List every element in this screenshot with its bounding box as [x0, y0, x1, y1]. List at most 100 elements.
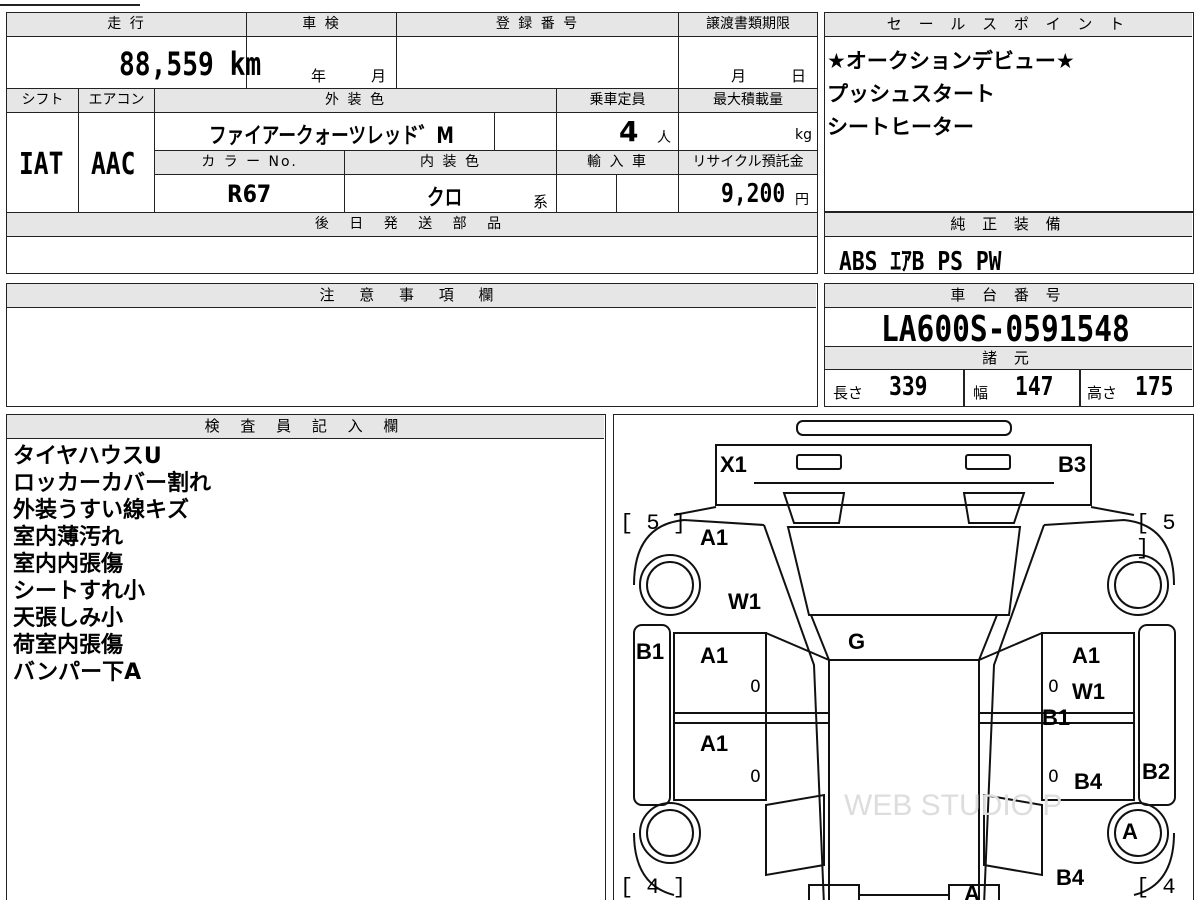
wheel-rr-shape: [1107, 802, 1169, 864]
import-cell-a: [557, 175, 617, 213]
inspector-item: タイヤハウスU: [13, 444, 162, 469]
width-label: 幅: [973, 384, 989, 402]
sales-point-item: ★オークションデビュー★: [827, 49, 1075, 73]
interior-label: 内 装 色: [345, 151, 557, 175]
inspector-item: 荷室内張傷: [13, 633, 124, 658]
ac-label: エアコン: [79, 89, 155, 113]
sales-points-box: セ ー ル ス ポ イ ン ト ★オークションデビュー★ プッシュスタート シー…: [824, 12, 1194, 212]
length-value: 339: [889, 372, 928, 402]
tire-rr-label: [ 4 ]: [1136, 875, 1176, 900]
mark-b3: B3: [1058, 452, 1087, 477]
left-lamp-shape: [782, 492, 846, 524]
inspection-year: 年: [311, 67, 327, 85]
mark-w1-left: W1: [728, 589, 761, 614]
chassis-label: 車 台 番 号: [825, 284, 1192, 308]
sales-point-item: プッシュスタート: [827, 82, 995, 106]
rear-arch-lines: [633, 832, 1175, 896]
rear-bumper-left: [808, 884, 860, 900]
mark-b1-right: B1: [1042, 705, 1071, 730]
notes-label: 注 意 事 項 欄: [7, 284, 816, 308]
mark-a1-hood: A1: [700, 525, 729, 550]
mark-b2: B2: [1142, 759, 1171, 784]
mark-b1-left: B1: [636, 639, 665, 664]
mileage-value: 88,559 km: [119, 45, 262, 83]
exterior-cell: ファイアークォーツレッド゛M: [155, 113, 495, 151]
sales-point-item: シートヒーター: [827, 115, 974, 139]
height-label: 高さ: [1087, 384, 1118, 402]
import-cell-b: [617, 175, 679, 213]
roof-shape: [828, 659, 980, 900]
max-load-cell: kg: [679, 113, 817, 151]
ac-cell: AAC: [79, 113, 155, 213]
registration-cell: [397, 37, 679, 89]
capacity-label: 乗車定員: [557, 89, 679, 113]
interior-value: クロ: [427, 186, 463, 211]
color-no-value: R67: [227, 180, 272, 208]
transfer-cell: 月 日: [679, 37, 817, 89]
capacity-unit: 人: [657, 130, 671, 146]
inspection-cell: 年 月: [247, 37, 397, 89]
car-diagram-box: WEB STUDIO P [ 5 ] [ 5 ] [ 4 ] [ 4 ] X1 …: [613, 414, 1194, 900]
wheel-rl-inner-shape: [646, 809, 694, 857]
right-headlight-shape: [965, 454, 1011, 470]
mark-g: G: [848, 629, 866, 654]
inspector-label: 検 査 員 記 入 欄: [7, 415, 604, 439]
mark-zero: 0: [750, 767, 761, 787]
chassis-box: 車 台 番 号 LA600S-0591548 諸 元 長さ 339 幅 147 …: [824, 283, 1194, 407]
left-door-split: [674, 712, 829, 724]
transfer-month: 月: [731, 67, 747, 85]
recycle-value: 9,200: [721, 179, 786, 209]
inspector-item: 天張しみ小: [13, 606, 124, 631]
registration-label: 登 録 番 号: [397, 13, 679, 37]
mark-w1-right: W1: [1072, 679, 1105, 704]
mark-b4-door: B4: [1074, 769, 1103, 794]
mark-x1: X1: [720, 452, 747, 477]
front-bumper-shape: [796, 420, 1012, 436]
recycle-cell: 9,200 円: [679, 175, 817, 213]
transfer-day: 日: [791, 67, 807, 85]
mileage-label: 走 行: [7, 13, 247, 37]
interior-unit: 系: [533, 193, 549, 211]
front-body-shape: [715, 444, 1092, 506]
windshield-shape: [786, 526, 1022, 616]
wheel-fl-inner-shape: [646, 561, 694, 609]
spec-divider: [1079, 370, 1081, 406]
sales-points-label: セ ー ル ス ポ イ ン ト: [825, 13, 1192, 37]
inspector-item: 室内薄汚れ: [13, 525, 124, 550]
wheel-fr-inner-shape: [1114, 561, 1162, 609]
chassis-value: LA600S-0591548: [881, 309, 1130, 350]
transfer-label: 譲渡書類期限: [679, 13, 817, 37]
mileage-cell: 88,559 km: [7, 37, 261, 89]
recycle-unit: 円: [795, 192, 809, 208]
max-load-unit: kg: [795, 127, 812, 143]
a-pillar-lines: [810, 614, 998, 661]
length-label: 長さ: [833, 384, 864, 402]
mark-b4-rear: B4: [1056, 865, 1085, 890]
color-no-label: カ ラ ー No.: [155, 151, 345, 175]
tire-rl-label: [ 4 ]: [620, 875, 687, 900]
height-value: 175: [1135, 372, 1174, 402]
shift-value: IAT: [19, 147, 64, 182]
equipment-label: 純 正 装 備: [825, 213, 1192, 237]
interior-cell: クロ 系: [345, 175, 557, 213]
exterior-extra-cell: [495, 113, 557, 151]
tire-fr-label: [ 5 ]: [1136, 511, 1176, 561]
width-value: 147: [1015, 372, 1054, 402]
tire-fl-label: [ 5 ]: [620, 511, 687, 536]
inspector-item: ロッカーカバー割れ: [13, 471, 212, 496]
inspection-month: 月: [371, 67, 387, 85]
inspector-item: バンパー下A: [13, 660, 142, 685]
inspector-box: 検 査 員 記 入 欄 タイヤハウスU ロッカーカバー割れ 外装うすい線キズ 室…: [6, 414, 606, 900]
mark-a-wheel: A: [1122, 819, 1138, 844]
mark-a1-rl-door: A1: [700, 731, 729, 756]
mark-zero: 0: [1048, 677, 1059, 697]
spec-divider: [963, 370, 965, 406]
recycle-label: リサイクル預託金: [679, 151, 817, 175]
wheel-rl-shape: [639, 802, 701, 864]
exterior-label: 外 装 色: [155, 89, 557, 113]
equipment-value: ABS ｴｱB PS PW: [839, 247, 1002, 277]
inspection-label: 車 検: [247, 13, 397, 37]
left-rear-window-shape: [765, 793, 825, 877]
ac-value: AAC: [91, 147, 136, 182]
mark-zero: 0: [750, 677, 761, 697]
